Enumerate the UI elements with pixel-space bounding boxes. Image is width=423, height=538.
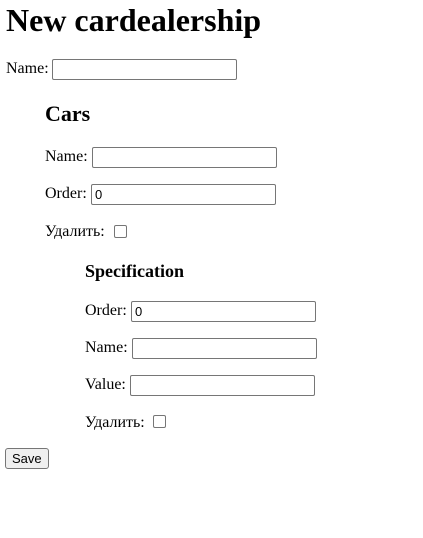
car-delete-label: Удалить: [45,223,105,240]
dealership-name-label: Name: [6,60,49,77]
car-order-label: Order: [45,185,87,202]
cars-heading: Cars [45,101,91,126]
car-name-input[interactable] [92,147,277,168]
spec-delete-checkbox[interactable] [153,415,166,428]
spec-delete-label: Удалить: [85,414,145,431]
spec-value-label: Value: [85,376,126,393]
spec-name-input[interactable] [132,338,317,359]
car-order-input[interactable] [91,184,276,205]
dealership-name-input[interactable] [52,59,237,80]
spec-name-label: Name: [85,339,128,356]
car-name-label: Name: [45,148,88,165]
spec-value-input[interactable] [130,375,315,396]
spec-order-input[interactable] [131,301,316,322]
spec-order-label: Order: [85,302,127,319]
specification-heading: Specification [85,261,184,281]
page-title: New cardealership [6,2,262,38]
car-delete-checkbox[interactable] [114,225,127,238]
save-button[interactable]: Save [5,448,49,469]
